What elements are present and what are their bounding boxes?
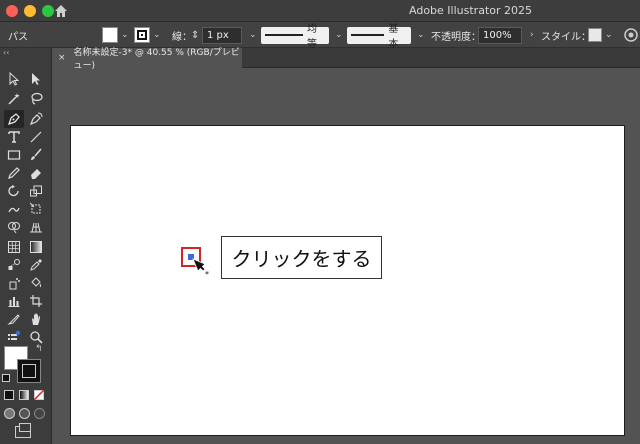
document-tab-title: 名称未設定-3* @ 40.55 % (RGB/プレビュー): [73, 48, 240, 71]
free-transform-tool-icon[interactable]: [26, 200, 46, 218]
chevron-down-icon[interactable]: ⌄: [249, 30, 257, 40]
blend-tool-icon[interactable]: [4, 256, 24, 274]
symbol-sprayer-tool-icon[interactable]: [4, 274, 24, 292]
pen-cursor-icon: *: [192, 258, 209, 278]
close-window-button[interactable]: [6, 5, 18, 17]
collapse-panel-icon[interactable]: ‹‹: [3, 48, 9, 57]
draw-behind-icon[interactable]: [19, 408, 30, 419]
edit-toolbar-icon[interactable]: [4, 328, 24, 346]
instruction-callout: クリックをする: [221, 236, 382, 279]
close-tab-icon[interactable]: ×: [58, 53, 66, 63]
minimize-window-button[interactable]: [24, 5, 36, 17]
brush-label: 基本: [388, 24, 399, 50]
gradient-mode-button[interactable]: [19, 390, 29, 400]
graphic-style-swatch[interactable]: [588, 28, 602, 42]
rotate-tool-icon[interactable]: [4, 182, 24, 200]
home-icon[interactable]: [54, 4, 68, 18]
window-title: Adobe Illustrator 2025: [409, 4, 532, 17]
swap-fill-stroke-icon[interactable]: ↰: [35, 344, 43, 354]
column-graph-tool-icon[interactable]: [4, 292, 24, 310]
scale-tool-icon[interactable]: [26, 182, 46, 200]
paintbrush-tool-icon[interactable]: [26, 146, 46, 164]
style-label: スタイル：: [541, 31, 591, 43]
type-tool-icon[interactable]: [4, 128, 24, 146]
chevron-down-icon[interactable]: ⌄: [605, 30, 613, 40]
chevron-right-icon[interactable]: ›: [530, 30, 534, 40]
zoom-window-button[interactable]: [42, 5, 54, 17]
shape-builder-tool-icon[interactable]: [4, 218, 24, 236]
none-mode-button[interactable]: [34, 390, 44, 400]
line-segment-tool-icon[interactable]: [26, 128, 46, 146]
screen-mode-icon[interactable]: [15, 423, 31, 438]
default-fill-stroke-icon[interactable]: [2, 374, 10, 382]
artboard-tool-icon[interactable]: [26, 292, 46, 310]
eraser-tool-icon[interactable]: [26, 164, 46, 182]
lasso-tool-icon[interactable]: [26, 90, 46, 108]
eyedropper-tool-icon[interactable]: [26, 256, 46, 274]
slice-tool-icon[interactable]: [4, 310, 24, 328]
chevron-down-icon[interactable]: ⌄: [417, 30, 425, 40]
stepper-icon[interactable]: ⇕: [191, 30, 199, 41]
chevron-down-icon[interactable]: ⌄: [153, 30, 161, 40]
live-paint-bucket-tool-icon[interactable]: [26, 274, 46, 292]
rectangle-tool-icon[interactable]: [4, 146, 24, 164]
color-mode-button[interactable]: [4, 390, 14, 400]
variable-width-profile-dropdown[interactable]: 均等: [261, 24, 329, 50]
pencil-tool-icon[interactable]: [4, 164, 24, 182]
chevron-down-icon[interactable]: ⌄: [121, 30, 129, 40]
mesh-tool-icon[interactable]: [4, 238, 24, 256]
recolor-icon[interactable]: [624, 28, 638, 42]
gradient-tool-icon[interactable]: [26, 238, 46, 256]
hand-tool-icon[interactable]: [26, 310, 46, 328]
draw-normal-icon[interactable]: [4, 408, 15, 419]
stroke-weight-field[interactable]: 1 px: [202, 26, 242, 44]
opacity-label: 不透明度：: [431, 31, 481, 43]
object-type-label: パス: [8, 31, 28, 43]
opacity-field[interactable]: 100%: [478, 26, 522, 44]
draw-inside-icon[interactable]: [34, 408, 45, 419]
warp-tool-icon[interactable]: [4, 200, 24, 218]
brush-definition-dropdown[interactable]: 基本: [347, 24, 411, 50]
svg-text:*: *: [205, 270, 209, 278]
curvature-tool-icon[interactable]: [26, 110, 46, 128]
document-tab[interactable]: × 名称未設定-3* @ 40.55 % (RGB/プレビュー): [52, 48, 242, 71]
title-bar: Adobe Illustrator 2025: [0, 0, 640, 22]
pen-tool-icon[interactable]: [4, 110, 24, 128]
tools-panel: ‹‹ ↰: [0, 48, 52, 444]
chevron-down-icon[interactable]: ⌄: [335, 30, 343, 40]
profile-label: 均等: [306, 24, 317, 50]
document-tab-bar: × 名称未設定-3* @ 40.55 % (RGB/プレビュー): [52, 48, 640, 71]
magic-wand-tool-icon[interactable]: [4, 90, 24, 108]
selection-tool-icon[interactable]: [4, 70, 24, 88]
artboard[interactable]: [70, 125, 625, 436]
perspective-grid-tool-icon[interactable]: [26, 218, 46, 236]
direct-selection-tool-icon[interactable]: [26, 70, 46, 88]
stroke-color-box[interactable]: [17, 359, 41, 383]
